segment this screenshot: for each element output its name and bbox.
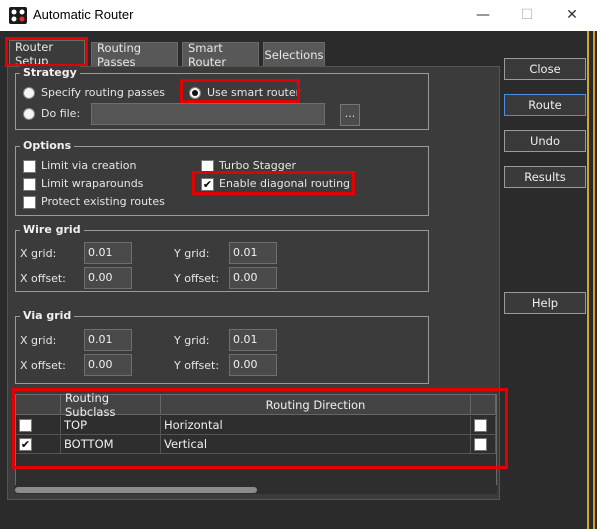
- row-bottom-extra-checkbox[interactable]: [474, 437, 487, 451]
- row-bottom-enabled-checkbox[interactable]: ✔: [19, 437, 32, 451]
- protect-routes-label: Protect existing routes: [41, 195, 165, 208]
- table-row-cell-extra-2: [471, 435, 496, 454]
- route-button[interactable]: Route: [504, 94, 586, 116]
- diagonal-routing-checkbox[interactable]: ✔: [201, 178, 214, 191]
- window-title: Automatic Router: [33, 7, 134, 22]
- wire-y-offset-input[interactable]: 0.00: [229, 267, 277, 289]
- help-button[interactable]: Help: [504, 292, 586, 314]
- via-x-grid-label: X grid:: [20, 334, 57, 347]
- via-x-offset-label: X offset:: [20, 359, 66, 372]
- limit-wraparounds-label: Limit wraparounds: [41, 177, 144, 190]
- diagonal-routing-label: Enable diagonal routing: [219, 177, 351, 190]
- undo-button[interactable]: Undo: [504, 130, 586, 152]
- close-button[interactable]: Close: [504, 58, 586, 80]
- wire-y-offset-label: Y offset:: [174, 272, 220, 285]
- wire-x-offset-label: X offset:: [20, 272, 66, 285]
- row-top-enabled-checkbox[interactable]: [19, 418, 32, 432]
- table-scrollbar-thumb[interactable]: [15, 487, 257, 493]
- row-top-subclass: TOP: [61, 416, 161, 435]
- table-header-extra: [471, 395, 496, 415]
- check-mark-icon: ✔: [20, 437, 31, 451]
- via-y-offset-input[interactable]: 0.00: [229, 354, 277, 376]
- close-window-button[interactable]: ✕: [550, 0, 594, 30]
- via-grid-group: [15, 316, 429, 384]
- via-x-offset-input[interactable]: 0.00: [84, 354, 132, 376]
- do-file-radio[interactable]: [23, 108, 35, 120]
- row-top-direction[interactable]: Horizontal: [161, 416, 471, 435]
- browse-button[interactable]: ...: [340, 104, 360, 126]
- limit-via-label: Limit via creation: [41, 159, 137, 172]
- tab-router-setup[interactable]: Router Setup: [9, 40, 85, 68]
- turbo-stagger-checkbox[interactable]: [201, 160, 214, 173]
- wire-grid-group: [15, 230, 429, 292]
- via-y-grid-input[interactable]: 0.01: [229, 329, 277, 351]
- via-x-grid-input[interactable]: 0.01: [84, 329, 132, 351]
- limit-wraparounds-checkbox[interactable]: [23, 178, 36, 191]
- wire-x-grid-input[interactable]: 0.01: [84, 242, 132, 264]
- do-file-input[interactable]: [91, 103, 325, 125]
- specify-passes-radio[interactable]: [23, 87, 35, 99]
- wire-x-offset-input[interactable]: 0.00: [84, 267, 132, 289]
- title-bar: Automatic Router — ☐ ✕: [0, 0, 597, 31]
- tab-selections[interactable]: Selections: [263, 42, 325, 66]
- strategy-label: Strategy: [20, 66, 80, 79]
- minimize-button[interactable]: —: [461, 0, 505, 30]
- row-top-extra-checkbox[interactable]: [474, 418, 487, 432]
- do-file-label: Do file:: [41, 107, 81, 120]
- tab-routing-passes[interactable]: Routing Passes: [91, 41, 178, 69]
- maximize-button[interactable]: ☐: [505, 0, 549, 30]
- table-header-direction: Routing Direction: [161, 395, 471, 415]
- protect-routes-checkbox[interactable]: [23, 196, 36, 209]
- table-header-subclass: Routing Subclass: [61, 391, 161, 419]
- options-label: Options: [20, 139, 75, 152]
- limit-via-checkbox[interactable]: [23, 160, 36, 173]
- use-smart-router-label: Use smart router: [207, 86, 301, 99]
- specify-passes-label: Specify routing passes: [41, 86, 166, 99]
- table-row-cell-enabled-2: ✔: [16, 435, 61, 454]
- results-button[interactable]: Results: [504, 166, 586, 188]
- table-row-cell-enabled: [16, 416, 61, 435]
- wire-y-grid-label: Y grid:: [174, 247, 210, 260]
- via-y-grid-label: Y grid:: [174, 334, 210, 347]
- app-icon: [9, 7, 27, 24]
- check-mark-icon: ✔: [202, 178, 213, 191]
- turbo-stagger-label: Turbo Stagger: [219, 159, 297, 172]
- tab-smart-router[interactable]: Smart Router: [182, 41, 259, 69]
- background-edge-line-2: [593, 31, 595, 529]
- table-row-cell-extra: [471, 416, 496, 435]
- row-bottom-subclass: BOTTOM: [61, 435, 161, 454]
- via-y-offset-label: Y offset:: [174, 359, 220, 372]
- via-grid-label: Via grid: [20, 309, 75, 322]
- table-header-enabled: [16, 395, 61, 415]
- wire-y-grid-input[interactable]: 0.01: [229, 242, 277, 264]
- wire-grid-label: Wire grid: [20, 223, 84, 236]
- wire-x-grid-label: X grid:: [20, 247, 57, 260]
- use-smart-router-radio[interactable]: [189, 87, 201, 99]
- background-edge-line: [587, 31, 589, 529]
- row-bottom-direction[interactable]: Vertical: [161, 435, 471, 454]
